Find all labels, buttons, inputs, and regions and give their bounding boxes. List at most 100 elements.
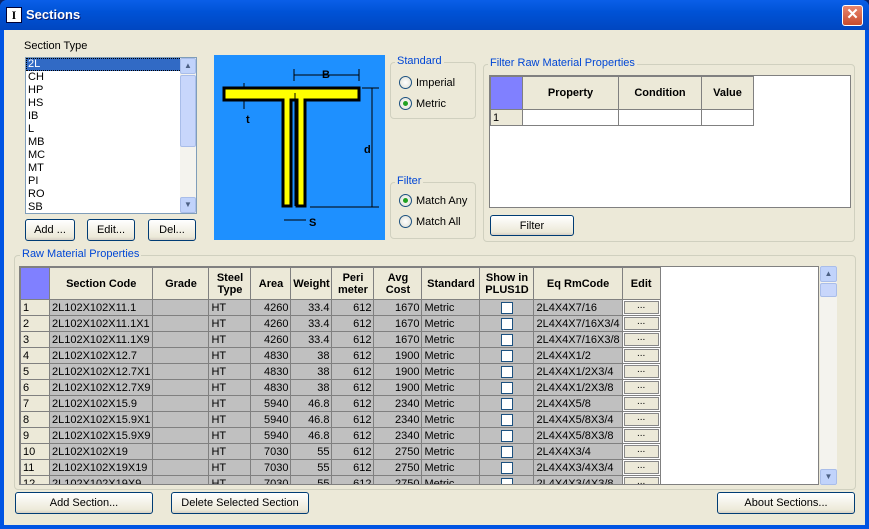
- eq-rmcode-cell[interactable]: 2L4X4X5/8: [533, 395, 623, 412]
- title-bar[interactable]: I Sections ✕: [0, 0, 869, 30]
- metric-label[interactable]: Metric: [416, 98, 446, 110]
- area-cell[interactable]: 5940: [250, 427, 292, 444]
- col-section-code[interactable]: Section Code: [48, 267, 154, 300]
- section-code-cell[interactable]: 2L102X102X19: [48, 443, 154, 460]
- row-edit-button[interactable]: ...: [623, 333, 659, 346]
- avg-cost-cell[interactable]: 2750: [373, 459, 423, 476]
- col-area[interactable]: Area: [250, 267, 292, 300]
- section-type-list[interactable]: 2L CH HP HS IB L MB MC MT PI RO SB ▲ ▼: [25, 57, 197, 214]
- section-list-scrollbar[interactable]: ▲ ▼: [180, 58, 196, 213]
- col-edit[interactable]: Edit: [621, 267, 661, 300]
- grade-cell[interactable]: [152, 379, 210, 396]
- table-row[interactable]: 12 2L102X102X19X9 HT 7030 55 612 2750 Metric 2L4…: [20, 475, 661, 484]
- filter-value-cell[interactable]: [701, 109, 754, 126]
- imperial-label[interactable]: Imperial: [416, 77, 455, 89]
- delete-selected-section-button[interactable]: Delete Selected Section: [171, 492, 309, 514]
- area-cell[interactable]: 4830: [250, 347, 292, 364]
- grade-cell[interactable]: [152, 347, 210, 364]
- weight-cell[interactable]: 33.4: [290, 299, 333, 316]
- section-code-cell[interactable]: 2L102X102X11.1X9: [48, 331, 154, 348]
- perimeter-cell[interactable]: 612: [331, 315, 375, 332]
- section-type-item[interactable]: MB: [26, 136, 196, 149]
- col-weight[interactable]: Weight: [290, 267, 333, 300]
- row-edit-button[interactable]: ...: [623, 317, 659, 330]
- row-edit-button[interactable]: ...: [623, 349, 659, 362]
- standard-cell[interactable]: Metric: [421, 363, 481, 380]
- perimeter-cell[interactable]: 612: [331, 331, 375, 348]
- show-in-plus1d-checkbox[interactable]: [500, 413, 513, 426]
- col-show-in-plus1d[interactable]: Show in PLUS1D: [479, 267, 535, 300]
- steel-type-cell[interactable]: HT: [208, 459, 252, 476]
- perimeter-cell[interactable]: 612: [331, 427, 375, 444]
- table-row[interactable]: 7 2L102X102X15.9 HT 5940 46.8 612 2340 Metric 2L…: [20, 395, 661, 412]
- eq-rmcode-cell[interactable]: 2L4X4X3/4X3/4: [533, 459, 623, 476]
- standard-cell[interactable]: Metric: [421, 347, 481, 364]
- eq-rmcode-cell[interactable]: 2L4X4X7/16X3/4: [533, 315, 623, 332]
- filter-condition-cell[interactable]: [618, 109, 702, 126]
- match-any-label[interactable]: Match Any: [416, 195, 467, 207]
- section-type-item[interactable]: PI: [26, 175, 196, 188]
- steel-type-cell[interactable]: HT: [208, 443, 252, 460]
- col-steel-type[interactable]: Steel Type: [208, 267, 252, 300]
- avg-cost-cell[interactable]: 2750: [373, 443, 423, 460]
- perimeter-cell[interactable]: 612: [331, 411, 375, 428]
- scroll-thumb[interactable]: [180, 75, 196, 147]
- show-in-plus1d-checkbox[interactable]: [500, 397, 513, 410]
- area-cell[interactable]: 4830: [250, 363, 292, 380]
- scroll-up-icon[interactable]: ▲: [180, 58, 196, 74]
- col-grade[interactable]: Grade: [152, 267, 210, 300]
- area-cell[interactable]: 7030: [250, 443, 292, 460]
- perimeter-cell[interactable]: 612: [331, 347, 375, 364]
- steel-type-cell[interactable]: HT: [208, 315, 252, 332]
- show-in-plus1d-checkbox[interactable]: [500, 333, 513, 346]
- section-type-item[interactable]: IB: [26, 110, 196, 123]
- area-cell[interactable]: 5940: [250, 395, 292, 412]
- area-cell[interactable]: 7030: [250, 475, 292, 484]
- section-type-item[interactable]: CH: [26, 71, 196, 84]
- perimeter-cell[interactable]: 612: [331, 395, 375, 412]
- steel-type-cell[interactable]: HT: [208, 347, 252, 364]
- filter-property-cell[interactable]: [522, 109, 619, 126]
- eq-rmcode-cell[interactable]: 2L4X4X7/16X3/8: [533, 331, 623, 348]
- area-cell[interactable]: 5940: [250, 411, 292, 428]
- col-avg-cost[interactable]: Avg Cost: [373, 267, 423, 300]
- grade-cell[interactable]: [152, 395, 210, 412]
- col-standard[interactable]: Standard: [421, 267, 481, 300]
- delete-section-type-button[interactable]: Del...: [148, 219, 196, 241]
- close-button[interactable]: ✕: [842, 5, 863, 26]
- weight-cell[interactable]: 38: [290, 363, 333, 380]
- standard-cell[interactable]: Metric: [421, 331, 481, 348]
- standard-cell[interactable]: Metric: [421, 395, 481, 412]
- grade-cell[interactable]: [152, 443, 210, 460]
- section-code-cell[interactable]: 2L102X102X15.9: [48, 395, 154, 412]
- avg-cost-cell[interactable]: 1900: [373, 347, 423, 364]
- weight-cell[interactable]: 38: [290, 379, 333, 396]
- section-type-item[interactable]: L: [26, 123, 196, 136]
- section-type-item[interactable]: MT: [26, 162, 196, 175]
- avg-cost-cell[interactable]: 1900: [373, 363, 423, 380]
- area-cell[interactable]: 7030: [250, 459, 292, 476]
- grade-cell[interactable]: [152, 427, 210, 444]
- weight-cell[interactable]: 55: [290, 443, 333, 460]
- table-row[interactable]: 8 2L102X102X15.9X1 HT 5940 46.8 612 2340 Metric…: [20, 411, 661, 428]
- row-edit-button[interactable]: ...: [623, 461, 659, 474]
- weight-cell[interactable]: 38: [290, 347, 333, 364]
- table-row[interactable]: 1 2L102X102X11.1 HT 4260 33.4 612 1670 Metric 2L…: [20, 299, 661, 316]
- edit-section-type-button[interactable]: Edit...: [87, 219, 135, 241]
- section-type-item[interactable]: 2L: [26, 58, 196, 71]
- section-type-item[interactable]: SB: [26, 201, 196, 213]
- eq-rmcode-cell[interactable]: 2L4X4X5/8X3/4: [533, 411, 623, 428]
- standard-cell[interactable]: Metric: [421, 443, 481, 460]
- row-edit-button[interactable]: ...: [623, 397, 659, 410]
- show-in-plus1d-checkbox[interactable]: [500, 301, 513, 314]
- show-in-plus1d-checkbox[interactable]: [500, 381, 513, 394]
- row-edit-button[interactable]: ...: [623, 413, 659, 426]
- show-in-plus1d-checkbox[interactable]: [500, 365, 513, 378]
- perimeter-cell[interactable]: 612: [331, 443, 375, 460]
- weight-cell[interactable]: 33.4: [290, 315, 333, 332]
- row-edit-button[interactable]: ...: [623, 365, 659, 378]
- steel-type-cell[interactable]: HT: [208, 427, 252, 444]
- add-section-button[interactable]: Add Section...: [15, 492, 153, 514]
- section-code-cell[interactable]: 2L102X102X11.1X1: [48, 315, 154, 332]
- eq-rmcode-cell[interactable]: 2L4X4X7/16: [533, 299, 623, 316]
